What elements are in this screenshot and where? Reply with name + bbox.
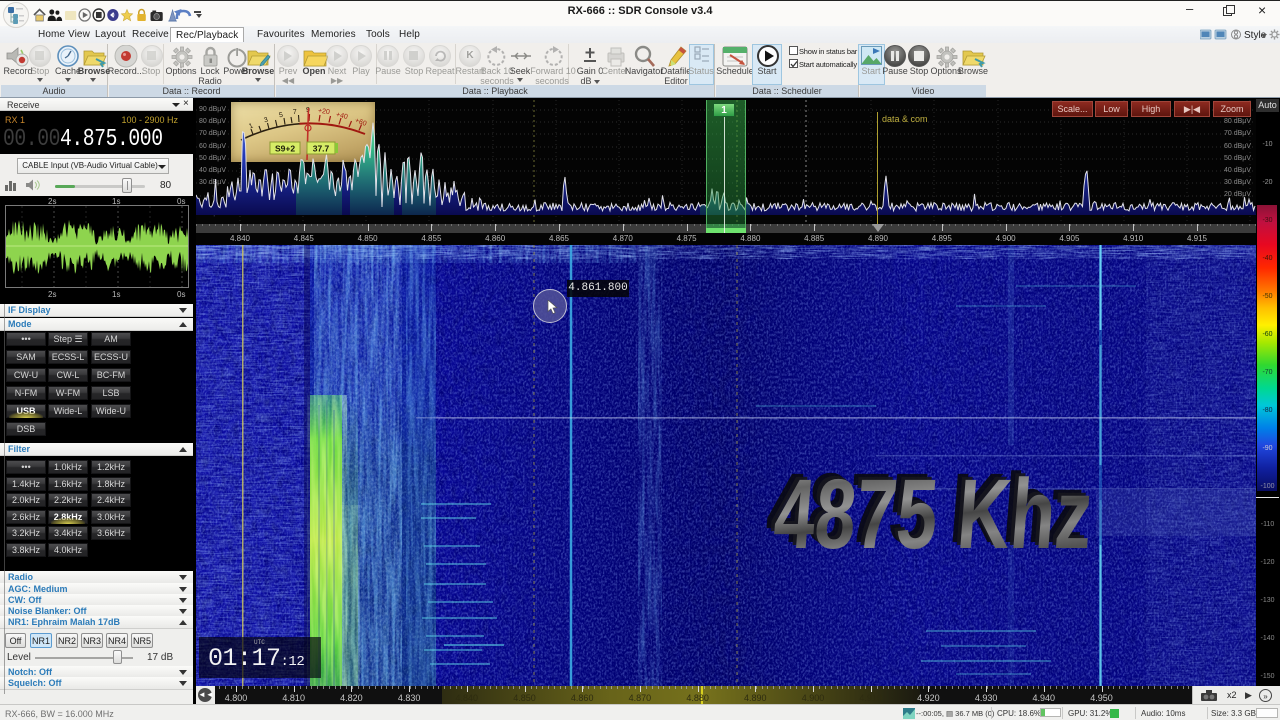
svg-text:4875 Khz: 4875 Khz: [770, 460, 1096, 570]
